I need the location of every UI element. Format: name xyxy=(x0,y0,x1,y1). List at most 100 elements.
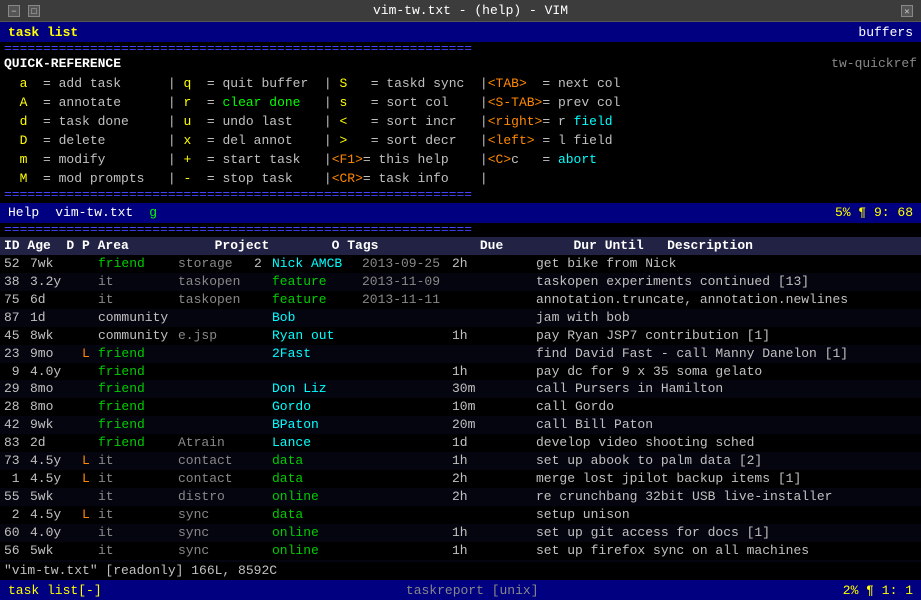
table-row[interactable]: 458wk community e.jsp Ryan out 1h pay Ry… xyxy=(0,327,921,345)
table-row[interactable]: 288mo friend Gordo 10m call Gordo xyxy=(0,398,921,416)
col-desc: find David Fast - call Manny Danelon [1] xyxy=(536,345,917,363)
table-row[interactable]: 383.2y it taskopen feature 2013-11-09 ta… xyxy=(0,273,921,291)
col-id: 23 xyxy=(4,345,30,363)
col-until xyxy=(488,416,536,434)
col-age: 2d xyxy=(30,434,66,452)
col-d xyxy=(66,255,82,273)
table-row[interactable]: 298mo friend Don Liz 30m call Pursers in… xyxy=(0,380,921,398)
help-line-1: a = add task | q = quit buffer | S = tas… xyxy=(4,75,917,94)
status-bar-bottom: task list[-] taskreport [unix] 2% ¶ 1: 1 xyxy=(0,580,921,600)
col-area: friend xyxy=(98,363,178,381)
col-until xyxy=(488,524,536,542)
col-o xyxy=(254,524,272,542)
col-dur: 2h xyxy=(452,470,488,488)
col-dur: 1h xyxy=(452,327,488,345)
col-o xyxy=(254,345,272,363)
minimize-btn[interactable]: − xyxy=(8,5,20,17)
col-until xyxy=(488,363,536,381)
table-row[interactable]: 429wk friend BPaton 20m call Bill Paton xyxy=(0,416,921,434)
col-d xyxy=(66,380,82,398)
col-proj: sync xyxy=(178,506,254,524)
col-tags: Gordo xyxy=(272,398,362,416)
col-until xyxy=(488,398,536,416)
table-row[interactable]: 555wk it distro online 2h re crunchbang … xyxy=(0,488,921,506)
table-row[interactable]: 756d it taskopen feature 2013-11-11 anno… xyxy=(0,291,921,309)
col-until xyxy=(488,434,536,452)
col-age: 4.0y xyxy=(30,363,66,381)
col-p xyxy=(82,291,98,309)
col-area: friend xyxy=(98,398,178,416)
col-id: 75 xyxy=(4,291,30,309)
col-desc: develop video shooting sched xyxy=(536,434,917,452)
col-d xyxy=(66,345,82,363)
col-dur: 1h xyxy=(452,363,488,381)
col-desc: pay Ryan JSP7 contribution [1] xyxy=(536,327,917,345)
tab-buffers[interactable]: buffers xyxy=(858,25,913,40)
table-row[interactable]: 734.5y L it contact data 1h set up abook… xyxy=(0,452,921,470)
col-desc: call Pursers in Hamilton xyxy=(536,380,917,398)
col-d xyxy=(66,273,82,291)
col-tags: feature xyxy=(272,273,362,291)
table-row[interactable]: 871d community Bob jam with bob xyxy=(0,309,921,327)
col-age: 5wk xyxy=(30,488,66,506)
table-row[interactable]: 832d friend Atrain Lance 1d develop vide… xyxy=(0,434,921,452)
col-area: it xyxy=(98,488,178,506)
col-o xyxy=(254,488,272,506)
col-tags: data xyxy=(272,506,362,524)
vim-status-help: Help vim-tw.txt g 5% ¶ 9: 68 xyxy=(0,203,921,223)
col-age: 4.5y xyxy=(30,506,66,524)
col-due xyxy=(362,524,452,542)
col-due xyxy=(362,398,452,416)
table-row[interactable]: 14.5y L it contact data 2h merge lost jp… xyxy=(0,470,921,488)
col-area: it xyxy=(98,524,178,542)
col-proj: e.jsp xyxy=(178,327,254,345)
table-row[interactable]: 94.0y friend 1h pay dc for 9 x 35 soma g… xyxy=(0,363,921,381)
status-bottom-right: 2% ¶ 1: 1 xyxy=(843,583,913,598)
col-d xyxy=(66,542,82,560)
status-bottom-left: task list[-] xyxy=(8,583,102,598)
col-due: 2013-11-09 xyxy=(362,273,452,291)
col-dur: 1d xyxy=(452,434,488,452)
col-desc: re crunchbang 32bit USB live-installer xyxy=(536,488,917,506)
col-p xyxy=(82,380,98,398)
help-line-5: m = modify | + = start task |<F1>= this … xyxy=(4,151,917,170)
col-area: friend xyxy=(98,345,178,363)
col-d xyxy=(66,470,82,488)
col-id: 87 xyxy=(4,309,30,327)
col-until xyxy=(488,470,536,488)
col-o xyxy=(254,398,272,416)
table-row[interactable]: 565wk it sync online 1h set up firefox s… xyxy=(0,542,921,560)
table-row[interactable]: 527wk friend storage 2 Nick AMCB 2013-09… xyxy=(0,255,921,273)
table-row[interactable]: 239mo L friend 2Fast find David Fast - c… xyxy=(0,345,921,363)
col-due xyxy=(362,434,452,452)
table-row[interactable]: 24.5y L it sync data setup unison xyxy=(0,506,921,524)
col-area: it xyxy=(98,273,178,291)
col-age: 1d xyxy=(30,309,66,327)
col-dur xyxy=(452,506,488,524)
col-desc: call Gordo xyxy=(536,398,917,416)
col-p xyxy=(82,416,98,434)
col-d xyxy=(66,398,82,416)
col-id: 29 xyxy=(4,380,30,398)
col-dur: 20m xyxy=(452,416,488,434)
col-area: friend xyxy=(98,416,178,434)
col-tags: Ryan out xyxy=(272,327,362,345)
vim-status-help-label: Help xyxy=(8,205,39,220)
quickref-ref: tw-quickref xyxy=(831,56,917,71)
table-row[interactable]: 604.0y it sync online 1h set up git acce… xyxy=(0,524,921,542)
col-dur xyxy=(452,273,488,291)
col-o xyxy=(254,416,272,434)
col-proj: sync xyxy=(178,524,254,542)
col-due xyxy=(362,380,452,398)
col-age: 4.0y xyxy=(30,524,66,542)
col-tags: Nick AMCB xyxy=(272,255,362,273)
maximize-btn[interactable]: □ xyxy=(28,5,40,17)
col-id: 55 xyxy=(4,488,30,506)
close-btn[interactable]: ✕ xyxy=(901,5,913,17)
col-due: 2013-11-11 xyxy=(362,291,452,309)
col-area: community xyxy=(98,309,178,327)
col-o xyxy=(254,327,272,345)
help-line-4: D = delete | x = del annot | > = sort de… xyxy=(4,132,917,151)
col-due xyxy=(362,452,452,470)
tab-task-list[interactable]: task list xyxy=(8,25,78,40)
